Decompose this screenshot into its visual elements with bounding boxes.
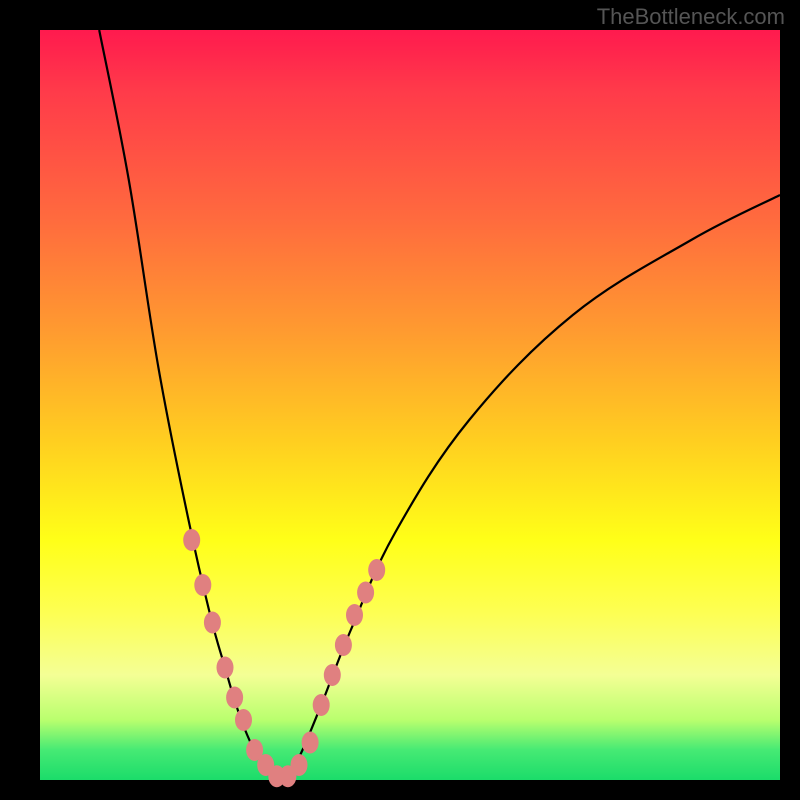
marker-bead (335, 634, 352, 656)
marker-beads (183, 529, 385, 787)
watermark-text: TheBottleneck.com (597, 4, 785, 30)
marker-bead (368, 559, 385, 581)
marker-bead (291, 754, 308, 776)
left-branch-curve (99, 30, 277, 780)
marker-bead (183, 529, 200, 551)
right-branch-curve (284, 195, 780, 780)
marker-bead (324, 664, 341, 686)
marker-bead (226, 687, 243, 709)
marker-bead (313, 694, 330, 716)
chart-container: TheBottleneck.com (0, 0, 800, 800)
marker-bead (204, 612, 221, 634)
plot-area (40, 30, 780, 780)
marker-bead (302, 732, 319, 754)
marker-bead (357, 582, 374, 604)
curve-svg (40, 30, 780, 780)
marker-bead (217, 657, 234, 679)
marker-bead (235, 709, 252, 731)
marker-bead (194, 574, 211, 596)
marker-bead (346, 604, 363, 626)
